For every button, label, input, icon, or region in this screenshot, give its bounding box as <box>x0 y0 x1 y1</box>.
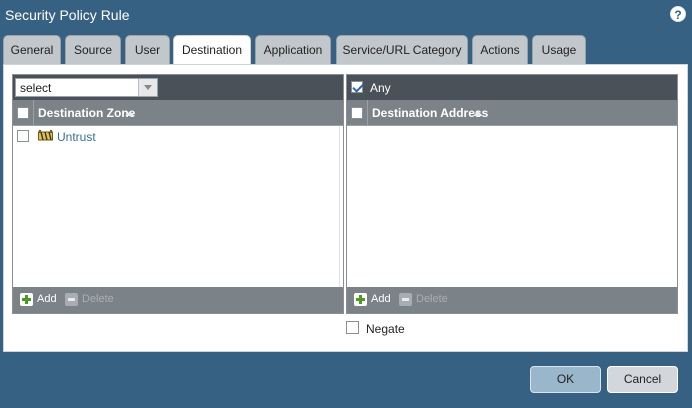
tab-actions[interactable]: Actions <box>472 35 528 65</box>
chevron-down-icon[interactable] <box>138 79 157 96</box>
minus-icon <box>65 293 78 306</box>
destination-zone-panel: select Destination Zone Untrust Add Dele… <box>12 74 344 314</box>
delete-label: Delete <box>416 293 448 305</box>
panel-actions: Add Delete <box>347 287 677 313</box>
select-all-checkbox[interactable] <box>351 107 363 119</box>
ok-button[interactable]: OK <box>530 366 601 393</box>
sort-ascending-icon[interactable] <box>473 111 483 116</box>
panel-actions: Add Delete <box>13 287 343 313</box>
plus-icon <box>354 293 367 306</box>
any-label: Any <box>370 81 391 95</box>
destination-address-panel: Any Destination Address Add Delete <box>346 74 678 314</box>
sort-ascending-icon[interactable] <box>125 111 135 116</box>
negate-label: Negate <box>366 322 405 336</box>
tab-user[interactable]: User <box>125 35 170 65</box>
tab-content: select Destination Zone Untrust Add Dele… <box>3 64 688 352</box>
cancel-button[interactable]: Cancel <box>607 366 678 393</box>
tab-usage[interactable]: Usage <box>532 35 586 65</box>
tab-source[interactable]: Source <box>65 35 121 65</box>
tab-destination[interactable]: Destination <box>173 35 251 66</box>
panel-toolbar: Any <box>347 75 677 100</box>
column-header: Destination Address <box>347 100 677 126</box>
column-divider <box>367 100 368 126</box>
title-bar: Security Policy Rule ? <box>0 0 692 32</box>
delete-label: Delete <box>82 293 114 305</box>
scrollbar-track[interactable] <box>339 126 340 287</box>
destination-address-header[interactable]: Destination Address <box>372 106 488 120</box>
tab-application[interactable]: Application <box>255 35 331 65</box>
zone-select[interactable]: select <box>15 78 158 97</box>
zone-name[interactable]: Untrust <box>57 130 96 144</box>
list-item[interactable]: Untrust <box>13 126 343 146</box>
zone-select-value: select <box>20 81 52 95</box>
add-label: Add <box>37 293 57 305</box>
panel-toolbar: select <box>13 75 343 100</box>
zone-list: Untrust <box>13 126 343 287</box>
plus-icon <box>20 293 33 306</box>
help-icon[interactable]: ? <box>670 6 686 22</box>
negate-checkbox[interactable] <box>346 321 359 334</box>
add-label: Add <box>371 293 391 305</box>
select-all-checkbox[interactable] <box>17 107 29 119</box>
zone-icon <box>38 130 53 141</box>
row-checkbox[interactable] <box>17 130 29 142</box>
address-list <box>347 126 677 287</box>
column-header: Destination Zone <box>13 100 343 126</box>
any-checkbox[interactable] <box>351 81 363 93</box>
tab-service-url-category[interactable]: Service/URL Category <box>336 35 468 65</box>
tab-general[interactable]: General <box>3 35 61 65</box>
dialog-title: Security Policy Rule <box>5 7 130 23</box>
destination-zone-header[interactable]: Destination Zone <box>38 106 135 120</box>
column-divider <box>33 100 34 126</box>
minus-icon <box>399 293 412 306</box>
